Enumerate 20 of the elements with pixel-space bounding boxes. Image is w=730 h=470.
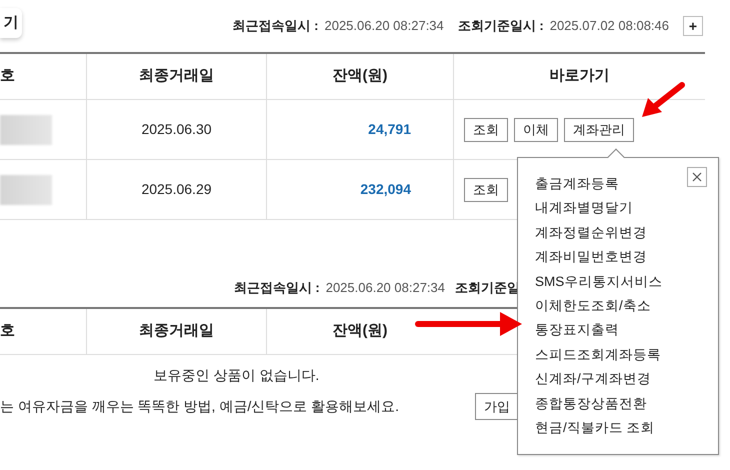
info-label: 최근접속일시 : xyxy=(234,278,320,296)
info-label: 조회기준일시 : xyxy=(458,17,544,36)
info-label: 조회기준일 xyxy=(455,278,520,296)
info-label: 최근접속일시 : xyxy=(232,17,318,36)
balance-cell-text: 232,094 xyxy=(360,180,411,199)
empty-message: 보유중인 상품이 없습니다. xyxy=(152,366,320,385)
column-header: 바로가기 xyxy=(453,54,705,99)
column-header: 호 xyxy=(0,66,16,86)
column-header: 최종거래일 xyxy=(86,309,266,354)
column-header: 잔액(원) xyxy=(266,54,453,99)
promo-message: 는 여유자금을 깨우는 똑똑한 방법, 예금/신탁으로 활용해보세요. xyxy=(0,397,400,416)
date-cell-text: 2025.06.29 xyxy=(141,180,212,199)
column-header: 최종거래일 xyxy=(86,54,266,99)
date-cell-text: 2025.06.30 xyxy=(141,120,212,139)
column-header: 잔액(원) xyxy=(266,309,453,354)
info-value: 2025.07.02 08:08:46 xyxy=(550,17,669,36)
info-value: 2025.06.20 08:27:34 xyxy=(324,17,444,36)
column-header: 호 xyxy=(0,321,16,342)
balance-cell-text: 24,791 xyxy=(368,120,411,139)
info-value: 2025.06.20 08:27:34 xyxy=(326,278,445,296)
